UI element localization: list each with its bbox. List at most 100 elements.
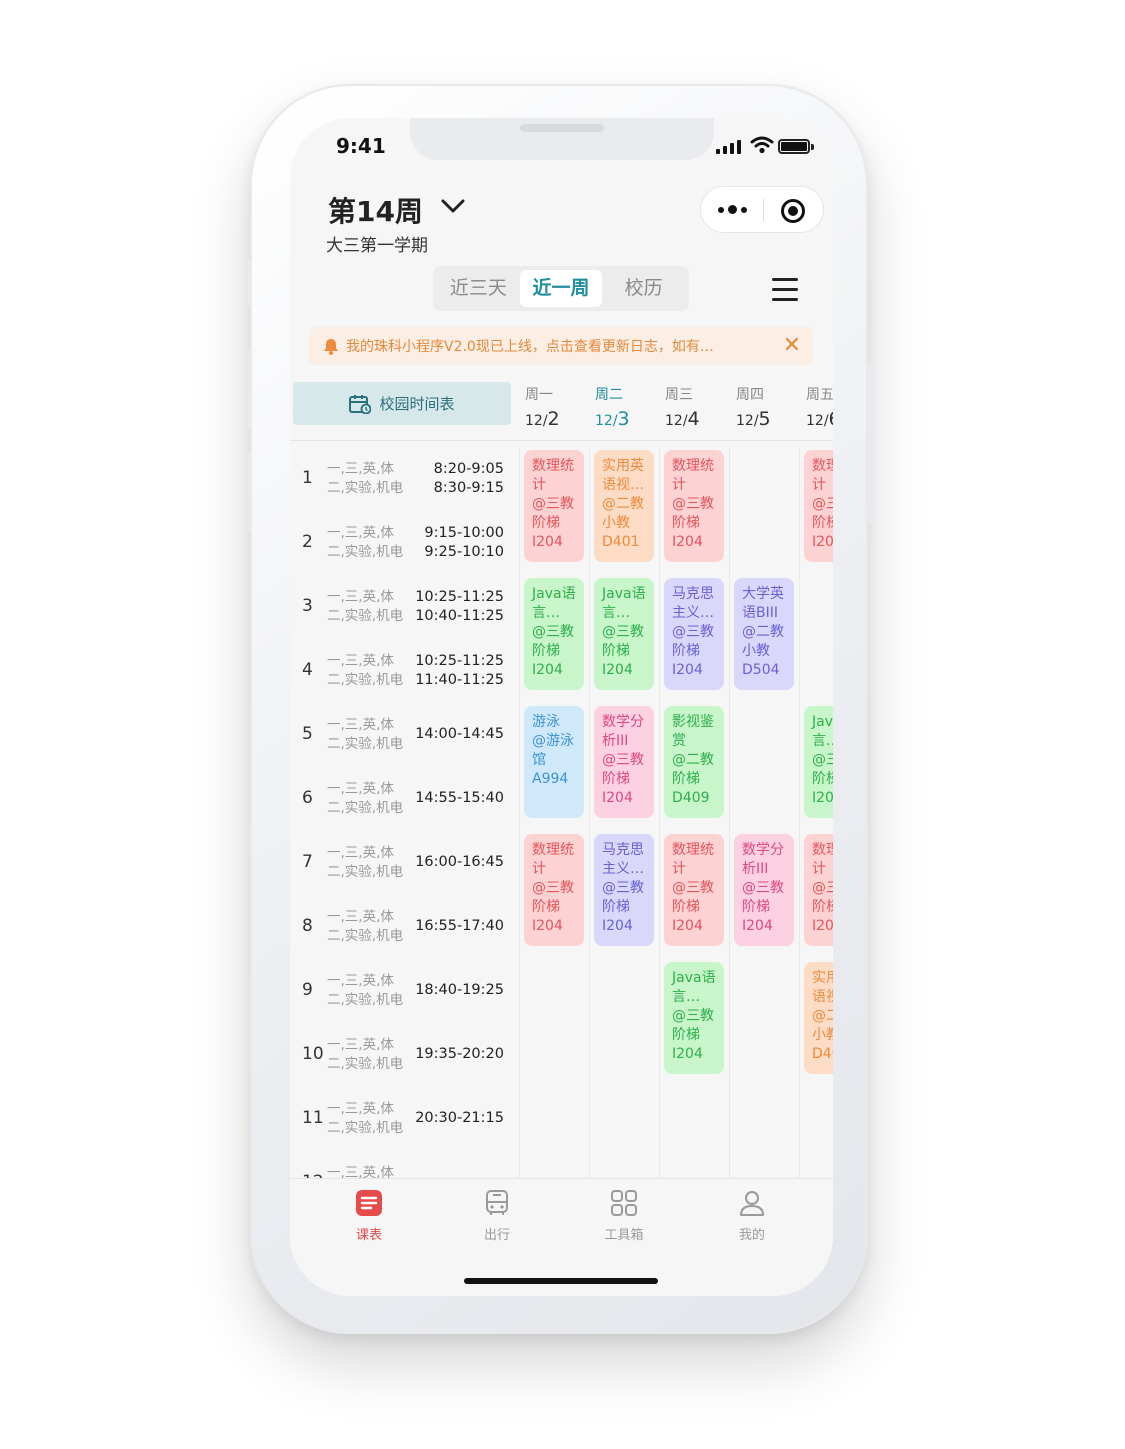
course-card[interactable]: 数理统计 @三教阶梯 I204 bbox=[524, 834, 584, 946]
period-groups: 一,三,英,体 bbox=[327, 1165, 394, 1178]
day-name: 周五 bbox=[806, 387, 833, 403]
close-mini-program-icon[interactable] bbox=[781, 199, 805, 223]
course-card[interactable]: 实用英语视… @二教小教 D401 bbox=[594, 450, 654, 562]
course-card-line: @游泳 bbox=[532, 733, 574, 749]
period-groups: 一,三,英,体 二,实验,机电 bbox=[327, 525, 404, 560]
course-card-line: 马克思 bbox=[602, 842, 644, 858]
home-indicator bbox=[464, 1278, 658, 1284]
course-card[interactable]: 数理统计 @三教阶梯 I204 bbox=[664, 450, 724, 562]
course-card[interactable]: 大学英 语BIII @二教 小教 D504 bbox=[734, 578, 794, 690]
period-groups: 一,三,英,体 二,实验,机电 bbox=[327, 1101, 404, 1136]
course-card-line: 数理统 bbox=[532, 458, 574, 474]
course-card[interactable]: 数理统计 @三教阶梯 I204 bbox=[804, 834, 833, 946]
day-column-thu: 周四 12/5 bbox=[736, 384, 806, 430]
period-time: 10:25-11:25 10:40-11:25 bbox=[415, 589, 504, 624]
period-groups: 一,三,英,体 二,实验,机电 bbox=[327, 589, 404, 624]
segment-three-days[interactable]: 近三天 bbox=[437, 270, 520, 307]
course-card-line: 小教 bbox=[812, 1027, 833, 1043]
course-card-line: @二教 bbox=[742, 624, 784, 640]
term-label: 大三第一学期 bbox=[326, 236, 428, 256]
week-title[interactable]: 第14周 bbox=[328, 190, 423, 230]
course-card-line: Java语 bbox=[812, 714, 833, 730]
day-date: 12/3 bbox=[595, 408, 630, 430]
segment-one-week[interactable]: 近一周 bbox=[519, 270, 603, 307]
course-card-line: 数理统 bbox=[812, 458, 833, 474]
course-card-line: 语视… bbox=[602, 477, 644, 493]
course-card-line: 影视鉴 bbox=[672, 714, 714, 730]
notice-banner[interactable]: 我的珠科小程序V2.0现已上线，点击查看更新日志，如有… ✕ bbox=[309, 327, 813, 365]
battery-icon bbox=[778, 139, 810, 154]
tab-schedule[interactable]: 课表 bbox=[329, 1189, 409, 1243]
course-card-line: 数理统 bbox=[812, 842, 833, 858]
chevron-down-icon[interactable] bbox=[440, 198, 466, 214]
tab-travel[interactable]: 出行 bbox=[457, 1189, 537, 1243]
course-card-line: 计 bbox=[812, 477, 826, 493]
course-card-line: 言… bbox=[672, 989, 700, 1005]
course-card[interactable]: 数理统计 @三教阶梯 I204 bbox=[664, 834, 724, 946]
course-card-line: 实用英 bbox=[812, 970, 833, 986]
menu-icon[interactable] bbox=[772, 278, 798, 308]
campus-timetable-button[interactable]: 校园时间表 bbox=[293, 382, 511, 425]
period-time: 8:20-9:05 8:30-9:15 bbox=[433, 461, 504, 496]
period-number: 5 bbox=[302, 724, 313, 744]
course-card[interactable]: 马克思 主义… @三教 阶梯 I204 bbox=[594, 834, 654, 946]
period-number: 2 bbox=[302, 532, 313, 552]
course-card-line: I204 bbox=[672, 1046, 703, 1062]
speaker bbox=[520, 124, 604, 132]
close-icon[interactable]: ✕ bbox=[783, 333, 801, 358]
course-card[interactable]: 马克思 主义… @三教 阶梯 I204 bbox=[664, 578, 724, 690]
grid-line bbox=[729, 448, 730, 1178]
segment-calendar[interactable]: 校历 bbox=[602, 270, 685, 307]
course-card-line: D504 bbox=[742, 662, 780, 678]
notice-text: 我的珠科小程序V2.0现已上线，点击查看更新日志，如有… bbox=[346, 339, 714, 355]
course-card[interactable]: 影视鉴赏 @二教 阶梯 D409 bbox=[664, 706, 724, 818]
course-card-line: I204 bbox=[812, 534, 833, 550]
period-number: 3 bbox=[302, 596, 313, 616]
course-card[interactable]: Java语言… @三教阶梯 I204 bbox=[524, 578, 584, 690]
course-card-line: @三教 bbox=[602, 624, 644, 640]
campus-timetable-label: 校园时间表 bbox=[379, 395, 455, 413]
course-card[interactable]: 实用英语视… @二教小教 D401 bbox=[804, 962, 833, 1074]
tab-toolbox[interactable]: 工具箱 bbox=[584, 1189, 664, 1243]
course-card-line: 言… bbox=[602, 605, 630, 621]
day-column-tue: 周二 12/3 bbox=[595, 384, 665, 430]
course-card-line: @三教 bbox=[812, 880, 833, 896]
period-time: 19:35-20:20 bbox=[415, 1046, 504, 1062]
course-card[interactable]: 数学分 析III @三教 阶梯 I204 bbox=[734, 834, 794, 946]
course-card[interactable]: Java语言… @三教阶梯 I204 bbox=[594, 578, 654, 690]
grid-line bbox=[799, 448, 800, 1178]
period-time: 16:00-16:45 bbox=[415, 854, 504, 870]
course-card[interactable]: 数理统计 @三教阶梯 I204 bbox=[524, 450, 584, 562]
course-card-line: 计 bbox=[672, 477, 686, 493]
course-card-line: @三教 bbox=[602, 752, 644, 768]
tab-profile[interactable]: 我的 bbox=[712, 1189, 792, 1243]
course-card-line: D409 bbox=[672, 790, 710, 806]
course-card-line: I204 bbox=[602, 790, 633, 806]
phone-screen: 9:41 第14周 大三第一学期 近三天 近一周 校历 我的珠科小程序V2.0现… bbox=[290, 118, 833, 1296]
course-card-line: 数理统 bbox=[672, 458, 714, 474]
course-card-line: 阶梯 bbox=[602, 643, 630, 659]
bus-icon bbox=[486, 1190, 508, 1215]
day-date: 12/4 bbox=[665, 408, 700, 430]
signal-icon bbox=[716, 140, 741, 154]
period-groups: 一,三,英,体 二,实验,机电 bbox=[327, 1037, 404, 1072]
course-card-line: 阶梯 bbox=[602, 899, 630, 915]
course-card-line: 言… bbox=[532, 605, 560, 621]
course-card[interactable]: Java语言… @三教阶梯 I204 bbox=[664, 962, 724, 1074]
course-card[interactable]: 游泳 @游泳馆 A994 bbox=[524, 706, 584, 818]
course-card[interactable]: 数学分 析III @三教 阶梯 I204 bbox=[594, 706, 654, 818]
course-card-line: I204 bbox=[672, 662, 703, 678]
course-card[interactable]: Java语言… @三教阶梯 I204 bbox=[804, 706, 833, 818]
course-card-line: 主义… bbox=[672, 605, 714, 621]
course-card-line: I204 bbox=[742, 918, 773, 934]
course-card-line: 馆 bbox=[532, 752, 546, 768]
course-card-line: I204 bbox=[602, 662, 633, 678]
day-name: 周一 bbox=[525, 387, 553, 403]
more-icon[interactable] bbox=[718, 205, 747, 214]
bell-icon bbox=[324, 338, 338, 355]
course-card-line: @三教 bbox=[672, 1008, 714, 1024]
tab-bar: 课表 出行 工具箱 我的 bbox=[290, 1178, 833, 1296]
course-card-line: 阶梯 bbox=[602, 771, 630, 787]
course-card-line: 计 bbox=[812, 861, 826, 877]
course-card[interactable]: 数理统计 @三教阶梯 I204 bbox=[804, 450, 833, 562]
